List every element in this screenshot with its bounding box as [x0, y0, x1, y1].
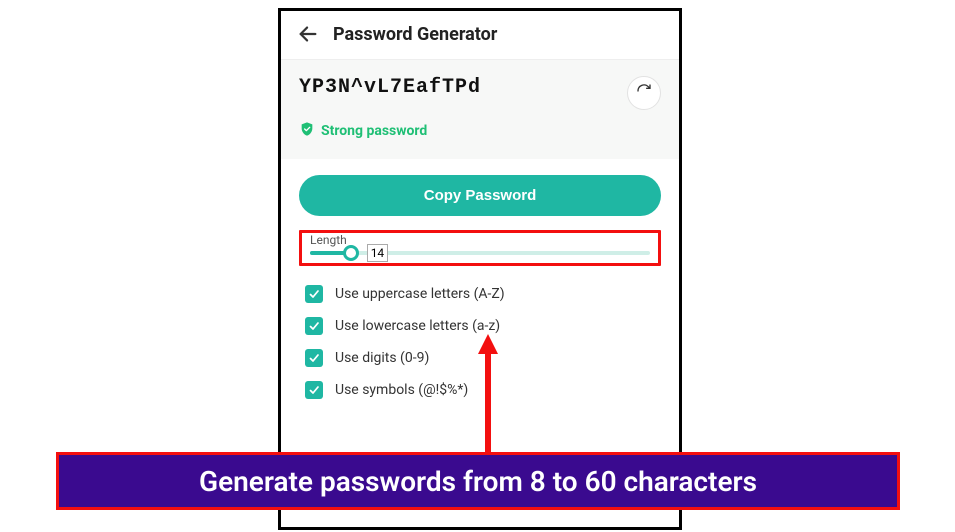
checkbox-checked-icon[interactable] [305, 317, 323, 335]
titlebar: Password Generator [281, 11, 679, 59]
option-uppercase[interactable]: Use uppercase letters (A-Z) [305, 278, 661, 310]
password-display-section: YP3N^vL7EafTPd Strong password [281, 60, 679, 159]
length-label: Length [310, 233, 650, 247]
checkbox-checked-icon[interactable] [305, 285, 323, 303]
refresh-icon [636, 83, 652, 103]
length-control-highlight: Length 14 [299, 230, 661, 266]
back-arrow-icon[interactable] [297, 23, 319, 45]
checkbox-checked-icon[interactable] [305, 381, 323, 399]
annotation-caption: Generate passwords from 8 to 60 characte… [199, 465, 757, 498]
options-list: Use uppercase letters (A-Z) Use lowercas… [299, 278, 661, 406]
slider-thumb[interactable] [343, 245, 359, 261]
annotation-caption-bar: Generate passwords from 8 to 60 characte… [56, 452, 900, 510]
page-title: Password Generator [333, 24, 497, 45]
shield-check-icon [299, 121, 315, 141]
option-label: Use digits (0-9) [335, 350, 429, 366]
length-value: 14 [367, 244, 389, 262]
length-slider[interactable]: 14 [310, 251, 650, 255]
copy-password-button[interactable]: Copy Password [299, 175, 661, 216]
option-symbols[interactable]: Use symbols (@!$%*) [305, 374, 661, 406]
password-strength-label: Strong password [321, 123, 427, 139]
option-label: Use lowercase letters (a-z) [335, 318, 500, 334]
checkbox-checked-icon[interactable] [305, 349, 323, 367]
password-strength-badge: Strong password [299, 121, 481, 141]
generated-password: YP3N^vL7EafTPd [299, 76, 481, 99]
regenerate-button[interactable] [627, 76, 661, 110]
option-lowercase[interactable]: Use lowercase letters (a-z) [305, 310, 661, 342]
option-digits[interactable]: Use digits (0-9) [305, 342, 661, 374]
option-label: Use uppercase letters (A-Z) [335, 286, 505, 302]
option-label: Use symbols (@!$%*) [335, 382, 468, 398]
slider-track [310, 251, 650, 255]
